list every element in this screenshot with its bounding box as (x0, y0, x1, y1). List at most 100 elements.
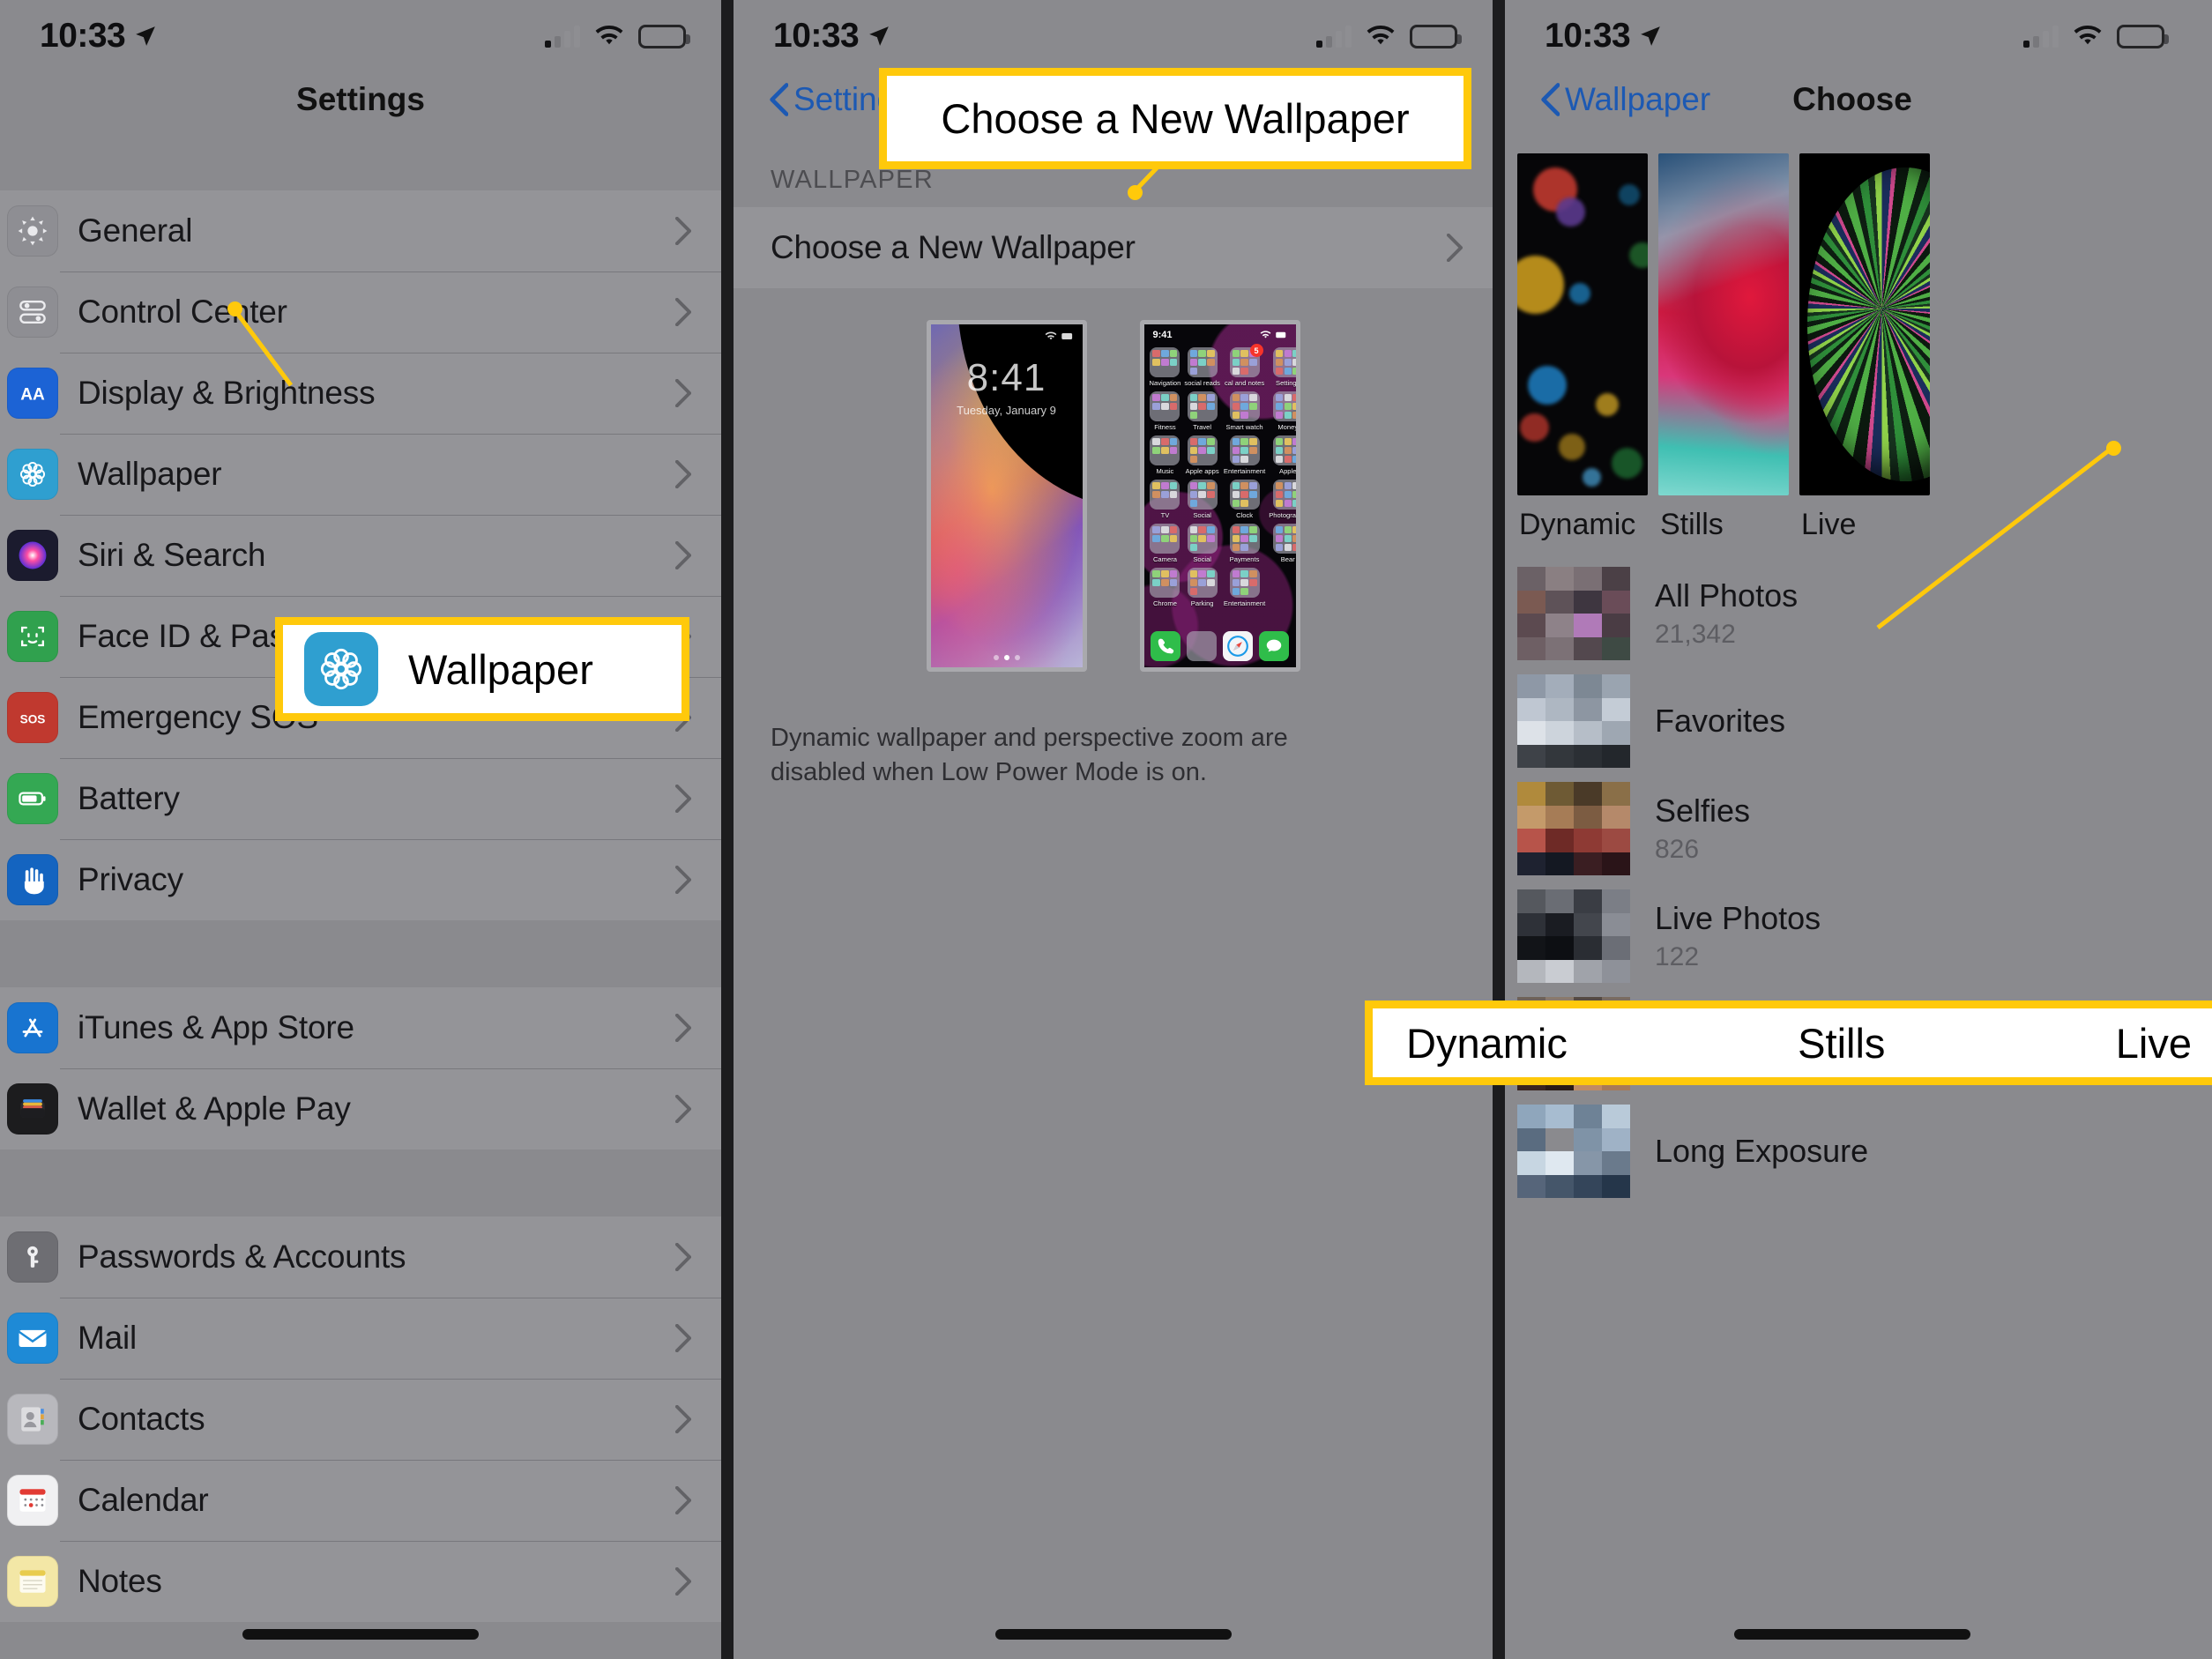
home-indicator (242, 1629, 479, 1640)
home-screen-app[interactable]: Apple apps (1184, 435, 1220, 475)
home-screen-app[interactable]: Entertainment (1224, 568, 1265, 607)
mail-icon (7, 1313, 58, 1364)
safari-icon[interactable] (1223, 631, 1253, 661)
wifi-icon (1367, 25, 1395, 45)
app-folder-icon (1187, 435, 1218, 465)
bokeh-circle (1619, 183, 1641, 205)
app-folder-icon (1150, 347, 1180, 377)
home-screen-app[interactable]: 5 cal and notes (1224, 344, 1265, 387)
settings-row-label: Passwords & Accounts (78, 1239, 406, 1275)
battery-icon (2117, 24, 2169, 48)
app-folder-icon (1187, 480, 1218, 510)
stills-thumbnail (1658, 153, 1789, 495)
settings-row-control-center[interactable]: Control Center (0, 272, 721, 353)
settings-row-general[interactable]: General (0, 190, 721, 272)
home-screen-app[interactable]: Chrome (1150, 568, 1181, 607)
settings-row-display-brightness[interactable]: AA Display & Brightness (0, 353, 721, 434)
status-bar-time-group: 10:33 (773, 17, 890, 56)
home-screen-app[interactable]: Travel (1184, 391, 1220, 431)
chevron-right-icon (675, 541, 691, 569)
status-bar: 10:33 (734, 0, 1493, 60)
category-stills[interactable]: Stills (1658, 153, 1789, 542)
home-screen-app[interactable]: TV (1150, 480, 1181, 519)
callout-anchor-choose-new (1128, 185, 1143, 200)
settings-row-itunes-app-store[interactable]: iTunes & App Store (0, 987, 721, 1068)
status-bar: 10:33 (1505, 0, 2200, 60)
album-row[interactable]: Selfies 826 (1505, 775, 2200, 882)
settings-row-calendar[interactable]: Calendar (0, 1460, 721, 1541)
lock-screen-time: 8:41 (966, 356, 1046, 399)
home-screen-app[interactable]: Social (1184, 524, 1220, 563)
home-screen-app[interactable]: Parking (1184, 568, 1220, 607)
choose-new-wallpaper-row[interactable]: Choose a New Wallpaper (734, 207, 1493, 288)
album-row[interactable]: Live Photos 122 (1505, 882, 2200, 990)
app-folder-icon (1272, 391, 1296, 421)
album-row[interactable]: Long Exposure (1505, 1097, 2200, 1205)
dynamic-thumbnail (1517, 153, 1648, 495)
choose-new-wallpaper-label: Choose a New Wallpaper (771, 229, 1136, 265)
app-folder-icon (1272, 347, 1296, 377)
settings-row-mail[interactable]: Mail (0, 1298, 721, 1379)
home-screen-app[interactable]: Bear (1269, 524, 1296, 563)
app-label: Travel (1193, 423, 1212, 431)
settings-row-label: Wallpaper (78, 456, 222, 492)
home-screen-app[interactable]: Payments (1224, 524, 1265, 563)
app-folder-icon (1272, 524, 1296, 554)
home-screen-app[interactable]: Music (1150, 435, 1181, 475)
settings-row-contacts[interactable]: Contacts (0, 1379, 721, 1460)
sliders-icon (7, 286, 58, 338)
home-screen-app[interactable]: Photography (1269, 480, 1296, 519)
album-row[interactable]: All Photos 21,342 (1505, 560, 2200, 667)
album-count: 21,342 (1655, 620, 1736, 649)
status-bar-indicators (1316, 24, 1462, 48)
back-to-wallpaper-button[interactable]: Wallpaper (1540, 81, 1710, 118)
settings-row-notes[interactable]: Notes (0, 1541, 721, 1622)
app-label: Apple apps (1185, 467, 1219, 475)
home-screen-app[interactable]: social reads (1184, 347, 1220, 387)
home-screen-app[interactable]: Fitness (1150, 391, 1181, 431)
lock-screen-preview[interactable]: 8:41 Tuesday, January 9 (926, 320, 1087, 672)
category-live[interactable]: Live (1799, 153, 1930, 542)
settings-row-passwords-accounts[interactable]: Passwords & Accounts (0, 1216, 721, 1298)
home-screen-app[interactable]: Social (1184, 480, 1220, 519)
home-screen-app[interactable]: Camera (1150, 524, 1181, 563)
settings-row-wallet-apple-pay[interactable]: Wallet & Apple Pay (0, 1068, 721, 1149)
settings-row-wallpaper[interactable]: Wallpaper (0, 434, 721, 515)
bokeh-circle (1556, 197, 1585, 227)
home-screen-app[interactable]: Clock (1224, 480, 1265, 519)
home-screen-app[interactable]: Navigation (1150, 347, 1180, 387)
home-screen-app[interactable]: Apple (1269, 435, 1296, 475)
home-screen-app[interactable]: Settings (1269, 347, 1300, 387)
app-folder-icon (1187, 391, 1218, 421)
home-screen-app[interactable]: Smart watch (1224, 391, 1265, 431)
settings-row-siri-search[interactable]: Siri & Search (0, 515, 721, 596)
category-dynamic[interactable]: Dynamic (1517, 153, 1648, 542)
home-screen-preview[interactable]: 9:41 Navigation social reads 5 cal and note… (1139, 320, 1300, 672)
messages-icon[interactable] (1259, 631, 1289, 661)
app-folder-icon (1229, 391, 1260, 421)
settings-row-battery[interactable]: Battery (0, 758, 721, 839)
home-screen-app[interactable]: Money (1269, 391, 1296, 431)
bokeh-circle (1527, 365, 1568, 405)
phone-panel-settings: 10:33 Settings General Control Center AA Di… (0, 0, 721, 1659)
cellular-signal-icon (1316, 25, 1352, 48)
status-bar-indicators (2023, 24, 2169, 48)
app-folder-icon (1272, 480, 1296, 510)
location-arrow-icon (869, 26, 890, 46)
wallet-icon (7, 1083, 58, 1135)
app-label: Settings (1276, 379, 1300, 387)
bokeh-circle (1569, 283, 1590, 305)
list-group-spacer (0, 139, 721, 190)
album-name: Live Photos (1655, 900, 1821, 936)
album-row[interactable]: Favorites (1505, 667, 2200, 775)
mail-folder-icon[interactable] (1187, 631, 1217, 661)
appstore-icon (7, 1002, 58, 1053)
home-screen-app[interactable]: Entertainment (1224, 435, 1265, 475)
phone-icon[interactable] (1151, 631, 1180, 661)
settings-row-privacy[interactable]: Privacy (0, 839, 721, 920)
album-thumbnail (1517, 782, 1630, 875)
flower-icon (7, 449, 58, 500)
app-folder-icon (1229, 524, 1260, 554)
battery-icon (1410, 24, 1462, 48)
phone-panel-wallpaper: 10:33 Settings WALLPAPER Choose a New Wa… (721, 0, 1493, 1659)
